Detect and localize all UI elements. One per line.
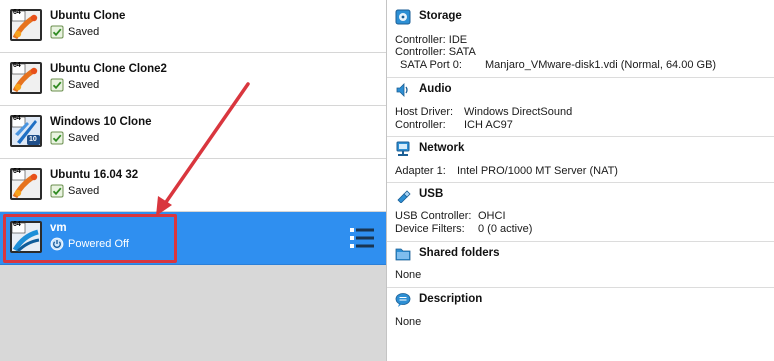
saved-state-icon bbox=[50, 78, 64, 92]
audio-controller-value: ICH AC97 bbox=[464, 119, 513, 131]
vm-name: Ubuntu Clone Clone2 bbox=[50, 63, 167, 75]
sata-port-label: SATA Port 0: bbox=[400, 59, 462, 71]
os-bits-badge: 64 bbox=[13, 62, 21, 69]
usb-device-filters: Device Filters: 0 (0 active) bbox=[395, 223, 532, 235]
section-storage[interactable]: Storage bbox=[387, 5, 774, 27]
host-driver-value: Windows DirectSound bbox=[464, 106, 573, 118]
audio-controller-label: Controller: bbox=[395, 119, 446, 131]
section-title: Shared folders bbox=[419, 247, 500, 259]
section-title: Description bbox=[419, 293, 483, 305]
audio-icon bbox=[395, 82, 411, 98]
audio-host-driver: Host Driver: Windows DirectSound bbox=[395, 106, 572, 118]
vm-list-item-ubuntu-clone[interactable]: 64 Ubuntu Clone Saved bbox=[0, 0, 386, 53]
usb-icon bbox=[395, 187, 411, 204]
section-shared-folders[interactable]: Shared folders bbox=[387, 241, 774, 264]
vm-list: 64 Ubuntu Clone Saved 64 Ubuntu Clone Cl… bbox=[0, 0, 387, 361]
usb-controller-value: OHCI bbox=[478, 210, 506, 222]
vm-state-label: Saved bbox=[68, 26, 100, 38]
device-filters-value: 0 (0 active) bbox=[478, 223, 533, 235]
vm-state: Saved bbox=[50, 78, 99, 92]
vm-state-label: Saved bbox=[68, 79, 100, 91]
section-title: Network bbox=[419, 142, 465, 154]
os-bits-badge: 64 bbox=[13, 9, 21, 16]
storage-sata-port: SATA Port 0: Manjaro_VMware-disk1.vdi (N… bbox=[400, 59, 716, 71]
vm-list-item-ubuntu-16-04-32[interactable]: 64 Ubuntu 16.04 32 Saved bbox=[0, 159, 386, 212]
vm-state-label: Saved bbox=[68, 185, 100, 197]
vm-list-item-ubuntu-clone-clone2[interactable]: 64 Ubuntu Clone Clone2 Saved bbox=[0, 53, 386, 106]
saved-state-icon bbox=[50, 131, 64, 145]
section-audio[interactable]: Audio bbox=[387, 77, 774, 100]
section-title: Storage bbox=[419, 10, 462, 22]
vm-state: Saved bbox=[50, 131, 99, 145]
vm-state: Saved bbox=[50, 25, 99, 39]
audio-controller: Controller: ICH AC97 bbox=[395, 119, 513, 131]
details-panel: Storage Controller: IDE Controller: SATA… bbox=[387, 0, 774, 361]
saved-state-icon bbox=[50, 184, 64, 198]
adapter-value: Intel PRO/1000 MT Server (NAT) bbox=[457, 165, 618, 177]
storage-controller-ide: Controller: IDE bbox=[395, 34, 468, 46]
vm-state-label: Saved bbox=[68, 132, 100, 144]
storage-icon bbox=[395, 9, 411, 25]
saved-state-icon bbox=[50, 25, 64, 39]
sata-port-value: Manjaro_VMware-disk1.vdi (Normal, 64.00 … bbox=[485, 59, 717, 71]
os-version-badge: 10 bbox=[29, 136, 37, 143]
description-icon bbox=[395, 292, 411, 308]
section-title: Audio bbox=[419, 83, 452, 95]
device-filters-label: Device Filters: bbox=[395, 223, 465, 235]
vm-name: Ubuntu Clone bbox=[50, 10, 126, 22]
vm-name: Ubuntu 16.04 32 bbox=[50, 169, 139, 181]
os-bits-badge: 64 bbox=[13, 115, 21, 122]
folder-icon bbox=[395, 246, 411, 262]
storage-controller-sata: Controller: SATA bbox=[395, 46, 476, 58]
shared-folders-value: None bbox=[395, 269, 422, 281]
section-usb[interactable]: USB bbox=[387, 182, 774, 205]
vm-list-item-windows-10-clone[interactable]: 64 10 Windows 10 Clone Saved bbox=[0, 106, 386, 159]
network-adapter-1: Adapter 1: Intel PRO/1000 MT Server (NAT… bbox=[395, 165, 618, 177]
vm-name: Windows 10 Clone bbox=[50, 116, 152, 128]
os-bits-badge: 64 bbox=[13, 168, 21, 175]
usb-controller: USB Controller: OHCI bbox=[395, 210, 506, 222]
usb-controller-label: USB Controller: bbox=[395, 210, 472, 222]
section-network[interactable]: Network bbox=[387, 136, 774, 159]
section-description[interactable]: Description bbox=[387, 287, 774, 310]
vm-state: Saved bbox=[50, 184, 99, 198]
details-menu-icon[interactable] bbox=[350, 227, 374, 249]
description-value: None bbox=[395, 316, 422, 328]
host-driver-label: Host Driver: bbox=[395, 106, 454, 118]
adapter-label: Adapter 1: bbox=[395, 165, 446, 177]
section-title: USB bbox=[419, 188, 444, 200]
network-icon bbox=[395, 141, 411, 157]
highlight-box bbox=[3, 214, 177, 263]
